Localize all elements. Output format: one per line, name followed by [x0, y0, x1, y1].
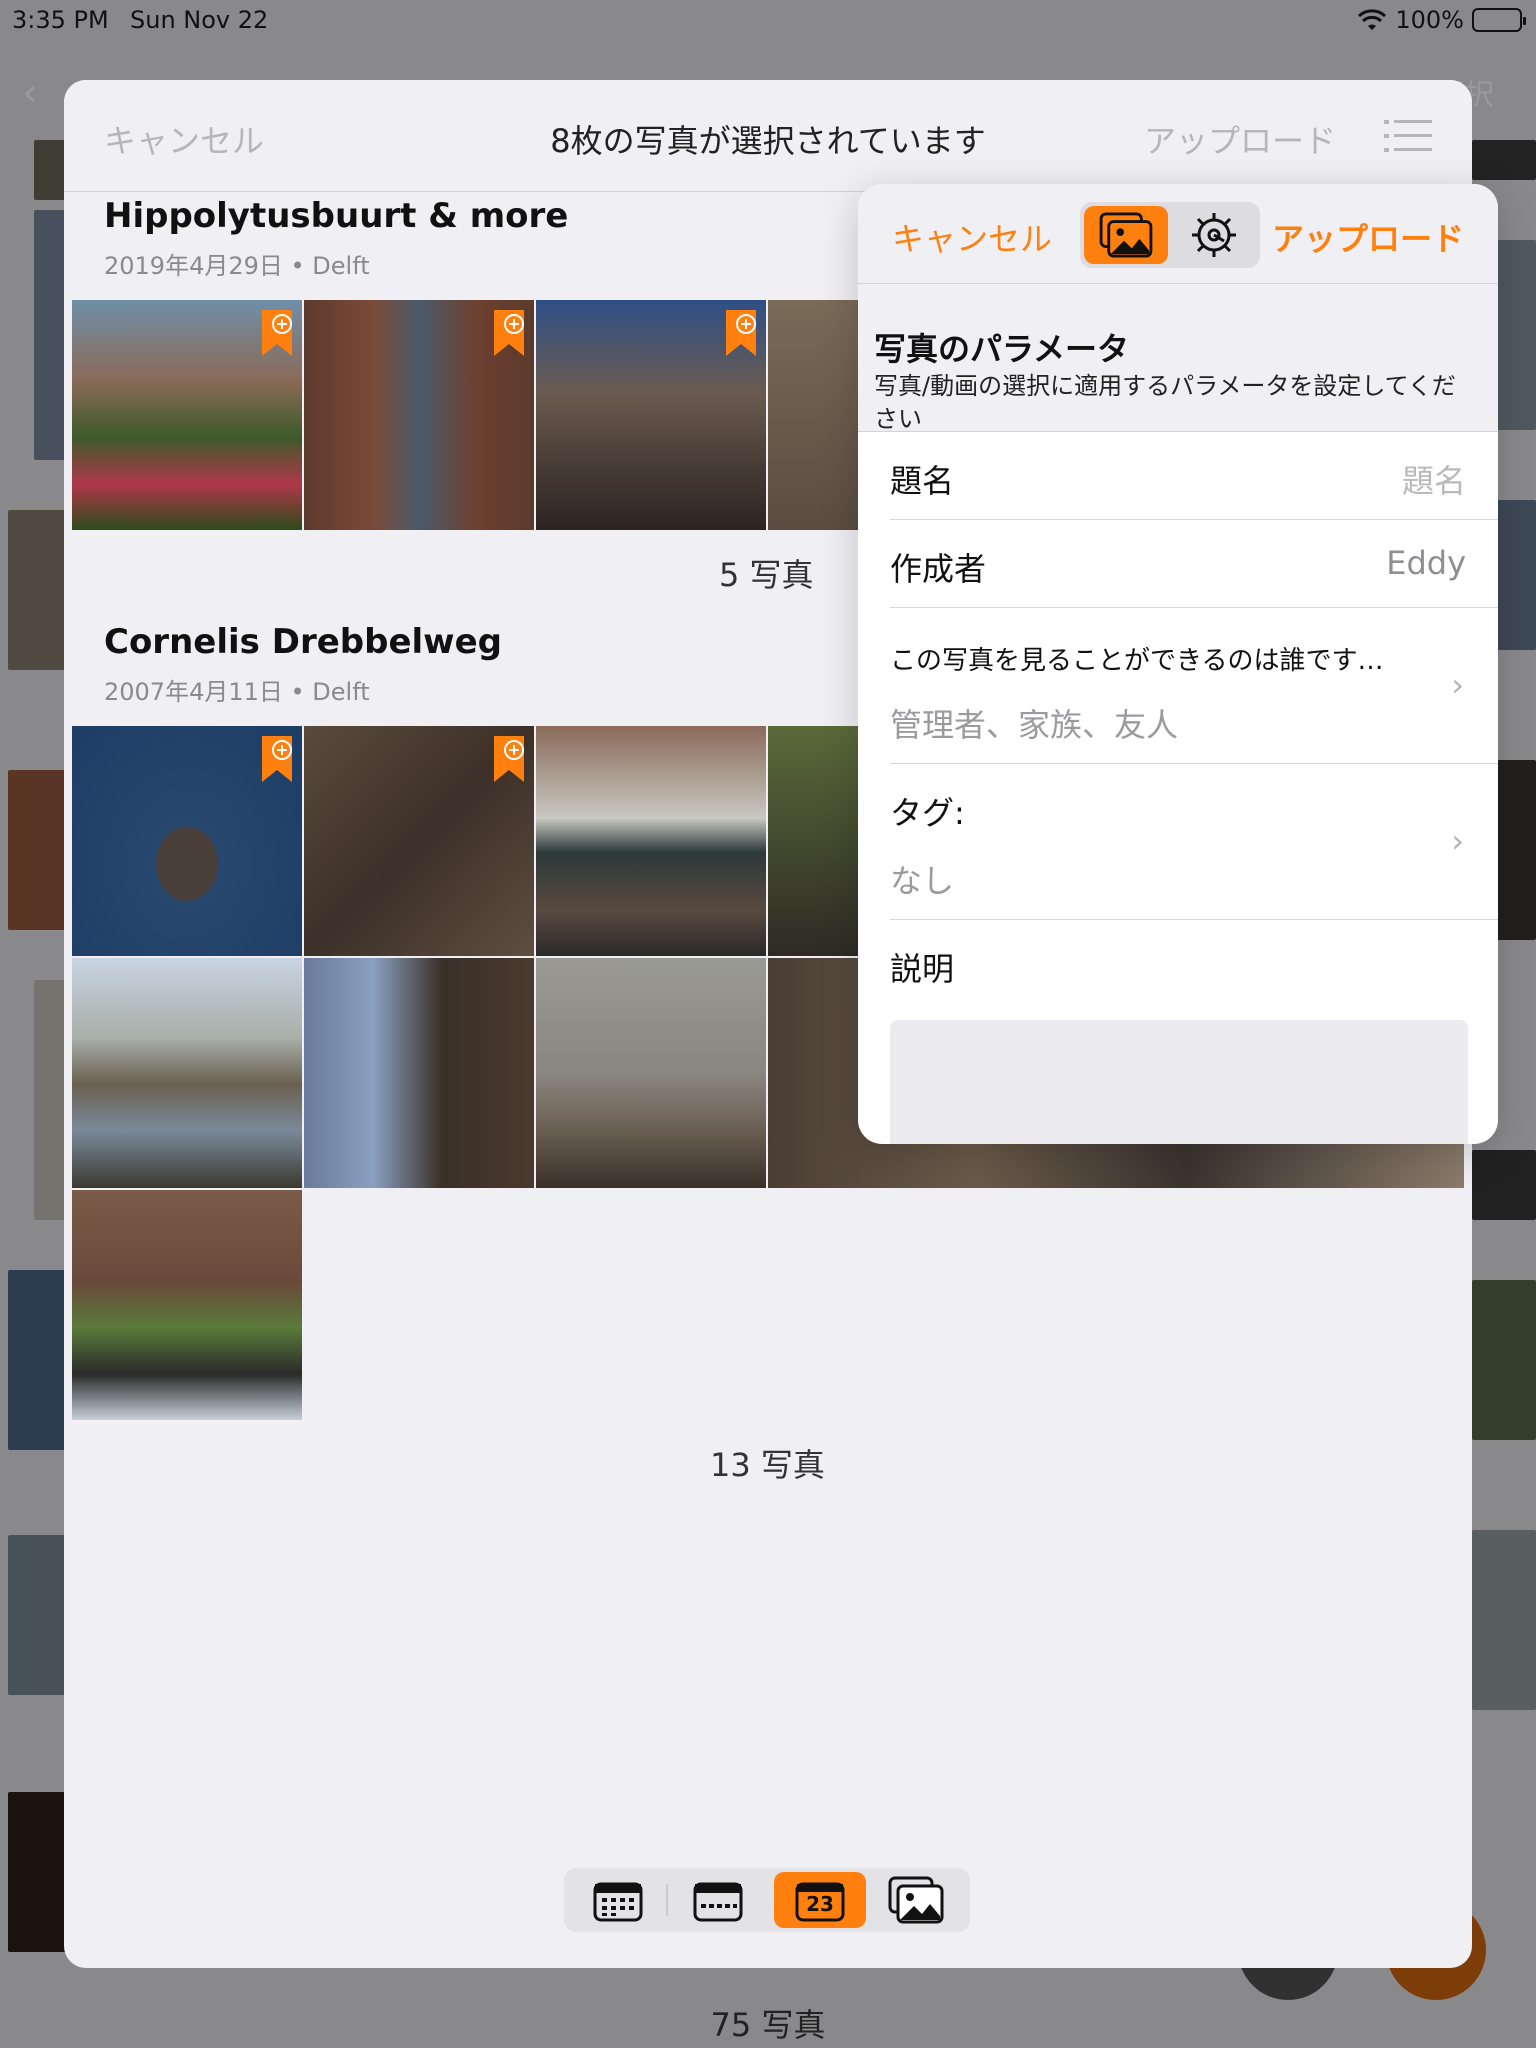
photo-parameters-popover: キャンセル アップロード 写真のパラメータ 写真/動画の選択に適用するパラメータ…	[858, 184, 1498, 1144]
photo-thumbnail[interactable]	[536, 958, 766, 1188]
all-photos-button[interactable]	[870, 1872, 962, 1928]
popover-header: キャンセル アップロード	[858, 184, 1498, 284]
chevron-left-icon: ‹	[22, 70, 38, 116]
description-row: 説明	[890, 920, 1498, 1010]
calendar-month-icon	[593, 1882, 643, 1922]
author-row[interactable]: 作成者 Eddy	[890, 520, 1498, 608]
group-subtitle: 2019年4月29日 • Delft	[104, 252, 370, 280]
author-label: 作成者	[890, 550, 987, 588]
group-photo-count: 13 写真	[710, 1446, 825, 1484]
list-icon[interactable]	[1384, 118, 1432, 154]
photos-icon	[888, 1876, 944, 1924]
gear-icon	[1192, 213, 1236, 257]
status-bar: 3:35 PM Sun Nov 22 100%	[0, 0, 1536, 40]
calendar-month-button[interactable]	[572, 1872, 664, 1928]
bookmark-add-icon	[262, 736, 292, 782]
status-right: 100%	[1357, 6, 1526, 34]
group-subtitle: 2007年4月11日 • Delft	[104, 678, 370, 706]
group-title: Hippolytusbuurt & more	[104, 196, 569, 236]
privacy-label: この写真を見ることができるのは誰です…	[890, 646, 1384, 676]
tags-value: なし	[890, 862, 955, 900]
photos-icon	[1099, 212, 1153, 258]
popover-arrow	[1218, 160, 1270, 186]
bookmark-add-icon	[494, 310, 524, 356]
photo-thumbnail[interactable]	[72, 958, 302, 1188]
photo-thumbnail[interactable]	[768, 726, 864, 956]
privacy-row[interactable]: この写真を見ることができるのは誰です… 管理者、家族、友人 ›	[890, 608, 1498, 764]
popover-segmented	[1080, 202, 1260, 268]
view-mode-segmented: 23	[564, 1868, 970, 1932]
chevron-right-icon: ›	[1451, 822, 1464, 860]
bookmark-add-icon	[494, 736, 524, 782]
title-row[interactable]: 題名 題名	[890, 432, 1498, 520]
bookmark-add-icon	[726, 310, 756, 356]
tags-row[interactable]: タグ: なし ›	[890, 764, 1498, 920]
photo-thumbnail[interactable]	[768, 300, 864, 530]
privacy-value: 管理者、家族、友人	[890, 706, 1179, 744]
popover-upload-button[interactable]: アップロード	[1272, 214, 1464, 260]
group-title: Cornelis Drebbelweg	[104, 622, 502, 662]
description-textarea[interactable]	[890, 1020, 1468, 1144]
photo-thumbnail[interactable]	[72, 300, 302, 530]
title-input[interactable]: 題名	[1402, 456, 1466, 502]
tags-label: タグ:	[890, 794, 965, 832]
battery-icon	[1472, 8, 1526, 32]
section-title: 写真のパラメータ	[874, 330, 1130, 368]
photo-thumbnail[interactable]	[304, 726, 534, 956]
calendar-day-number: 23	[806, 1892, 834, 1916]
status-time: 3:35 PM	[12, 6, 109, 34]
photo-thumbnail[interactable]	[304, 300, 534, 530]
battery-percent: 100%	[1395, 6, 1464, 34]
description-label: 説明	[890, 950, 955, 988]
title-label: 題名	[890, 462, 955, 500]
popover-cancel-button[interactable]: キャンセル	[892, 214, 1052, 260]
author-input[interactable]: Eddy	[1386, 544, 1466, 582]
section-description: 写真/動画の選択に適用するパラメータを設定してください	[874, 372, 1456, 433]
calendar-day-button[interactable]: 23	[774, 1872, 866, 1928]
photo-thumbnail[interactable]	[304, 958, 534, 1188]
segment-divider	[666, 1884, 668, 1916]
bookmark-add-icon	[262, 310, 292, 356]
photo-thumbnail[interactable]	[536, 726, 766, 956]
photo-thumbnail[interactable]	[536, 300, 766, 530]
photo-thumbnail[interactable]	[72, 726, 302, 956]
group-photo-count: 5 写真	[719, 556, 814, 594]
calendar-week-icon	[693, 1882, 743, 1922]
status-date: Sun Nov 22	[130, 6, 269, 34]
photos-tab[interactable]	[1084, 206, 1168, 264]
photo-thumbnail[interactable]	[72, 1190, 302, 1420]
parameters-section-header: 写真のパラメータ 写真/動画の選択に適用するパラメータを設定してください	[858, 284, 1498, 433]
background-photo-count: 75 写真	[710, 2006, 826, 2044]
sheet-upload-button[interactable]: アップロード	[1144, 116, 1336, 162]
calendar-week-button[interactable]	[672, 1872, 764, 1928]
chevron-right-icon: ›	[1451, 666, 1464, 704]
settings-tab[interactable]	[1172, 206, 1256, 264]
wifi-icon	[1358, 9, 1387, 30]
